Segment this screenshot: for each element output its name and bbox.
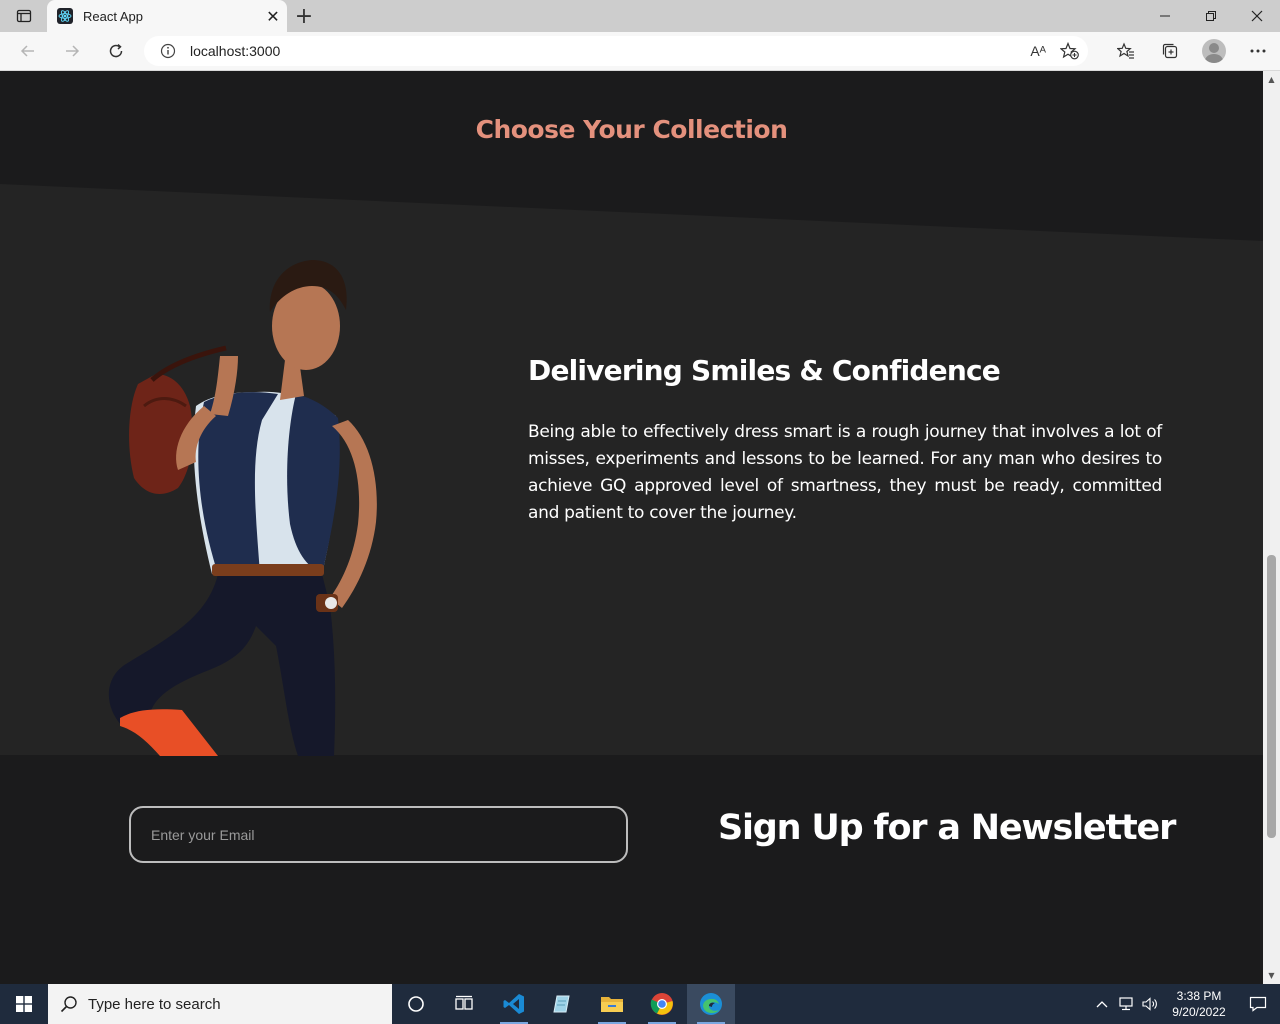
chrome-icon[interactable]: [638, 984, 686, 1024]
taskbar-clock[interactable]: 3:38 PM 9/20/2022: [1162, 988, 1236, 1020]
chevron-up-icon[interactable]: [1090, 984, 1114, 1024]
browser-toolbar: localhost:3000 Aᴬ: [0, 32, 1280, 71]
newsletter-title: Sign Up for a Newsletter: [718, 808, 1176, 848]
taskbar-search-placeholder: Type here to search: [88, 995, 221, 1013]
windows-taskbar: Type here to search 3:38 PM 9/20/2022: [0, 984, 1280, 1024]
system-tray: 3:38 PM 9/20/2022: [1090, 984, 1280, 1024]
newsletter-email-input[interactable]: [129, 806, 628, 863]
vscode-icon[interactable]: [490, 984, 538, 1024]
cortana-icon[interactable]: [392, 984, 440, 1024]
refresh-icon[interactable]: [101, 37, 131, 65]
tab-close-icon[interactable]: ✕: [259, 2, 287, 30]
back-icon[interactable]: [13, 37, 43, 65]
close-window-icon[interactable]: [1234, 0, 1280, 32]
clock-date: 9/20/2022: [1172, 1005, 1226, 1019]
edge-icon[interactable]: [687, 984, 735, 1024]
favorites-icon[interactable]: [1104, 32, 1148, 70]
new-tab-icon[interactable]: +: [290, 2, 318, 30]
restore-icon[interactable]: [1188, 0, 1234, 32]
feature-description: Being able to effectively dress smart is…: [528, 422, 1162, 523]
scroll-down-icon[interactable]: ▼: [1263, 967, 1280, 984]
avatar-icon: [1202, 39, 1226, 63]
browser-tab-bar: React App ✕ +: [0, 0, 1280, 32]
forward-icon[interactable]: [57, 37, 87, 65]
collection-heading: Choose Your Collection: [475, 115, 788, 144]
browser-tab[interactable]: React App ✕: [47, 0, 287, 32]
notifications-icon[interactable]: [1236, 984, 1280, 1024]
more-menu-icon[interactable]: [1236, 32, 1280, 70]
task-view-icon[interactable]: [440, 984, 488, 1024]
scroll-thumb[interactable]: [1267, 555, 1276, 838]
info-icon[interactable]: [160, 43, 176, 59]
collections-icon[interactable]: [1148, 32, 1192, 70]
search-icon: [60, 996, 77, 1013]
start-button[interactable]: [0, 984, 48, 1024]
clock-time: 3:38 PM: [1176, 989, 1222, 1003]
taskbar-search[interactable]: Type here to search: [48, 984, 392, 1024]
read-aloud-icon[interactable]: Aᴬ: [1030, 43, 1046, 59]
url-text: localhost:3000: [190, 43, 281, 59]
tab-actions-button[interactable]: [8, 4, 40, 28]
add-favorite-icon[interactable]: [1060, 42, 1080, 60]
address-bar[interactable]: localhost:3000 Aᴬ: [144, 36, 1088, 66]
windows-icon: [16, 996, 32, 1012]
page-viewport: Choose Your Collection Delivering Smiles…: [0, 71, 1263, 984]
page-scrollbar[interactable]: ▲ ▼: [1263, 71, 1280, 984]
profile-avatar[interactable]: [1192, 32, 1236, 70]
file-explorer-icon[interactable]: [588, 984, 636, 1024]
volume-icon[interactable]: [1138, 984, 1162, 1024]
tab-actions-icon: [16, 9, 32, 23]
tab-title: React App: [83, 8, 143, 24]
feature-title: Delivering Smiles & Confidence: [528, 354, 1001, 387]
scroll-up-icon[interactable]: ▲: [1263, 71, 1280, 88]
minimize-icon[interactable]: [1142, 0, 1188, 32]
network-icon[interactable]: [1114, 984, 1138, 1024]
toolbar-right: [1104, 32, 1280, 70]
model-image: [108, 260, 377, 756]
react-icon: [57, 8, 73, 24]
address-bar-actions: Aᴬ: [1030, 36, 1080, 66]
notepad-icon[interactable]: [538, 984, 586, 1024]
window-controls: [1142, 0, 1280, 32]
